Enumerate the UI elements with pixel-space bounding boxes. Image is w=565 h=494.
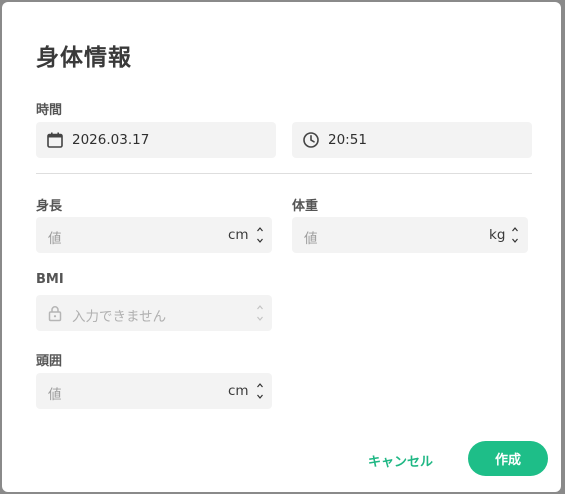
weight-input[interactable]: 値 kg (292, 217, 528, 253)
body-info-dialog: 身体情報 時間 2026.03.17 20:51 身長 値 cm 体重 値 kg (2, 2, 561, 492)
weight-unit: kg (489, 227, 506, 243)
spinner-arrows-icon[interactable] (256, 379, 264, 403)
time-picker[interactable]: 20:51 (292, 122, 532, 158)
lock-icon (48, 306, 62, 322)
head-circumference-label: 頭囲 (36, 354, 63, 369)
height-input[interactable]: 値 cm (36, 217, 272, 253)
time-label: 時間 (36, 103, 63, 118)
height-unit: cm (228, 227, 249, 243)
spinner-arrows-icon (257, 305, 263, 321)
weight-label: 体重 (292, 199, 319, 214)
calendar-icon (47, 132, 63, 148)
dialog-title: 身体情報 (36, 45, 132, 71)
head-unit: cm (228, 383, 249, 399)
divider (36, 173, 532, 174)
spinner-arrows-icon[interactable] (256, 223, 264, 247)
weight-placeholder: 値 (304, 231, 318, 247)
spinner-arrows-icon[interactable] (511, 223, 519, 247)
head-circumference-input[interactable]: 値 cm (36, 373, 272, 409)
bmi-label: BMI (36, 272, 64, 287)
cancel-button[interactable]: キャンセル (368, 451, 433, 470)
head-placeholder: 値 (48, 387, 62, 403)
height-label: 身長 (36, 199, 63, 214)
date-value: 2026.03.17 (72, 132, 150, 148)
time-value: 20:51 (328, 132, 367, 148)
clock-icon (303, 132, 319, 148)
bmi-placeholder: 入力できません (72, 309, 167, 325)
create-button[interactable]: 作成 (468, 441, 548, 476)
bmi-input-disabled: 入力できません (36, 295, 272, 331)
date-picker[interactable]: 2026.03.17 (36, 122, 276, 158)
height-placeholder: 値 (48, 231, 62, 247)
